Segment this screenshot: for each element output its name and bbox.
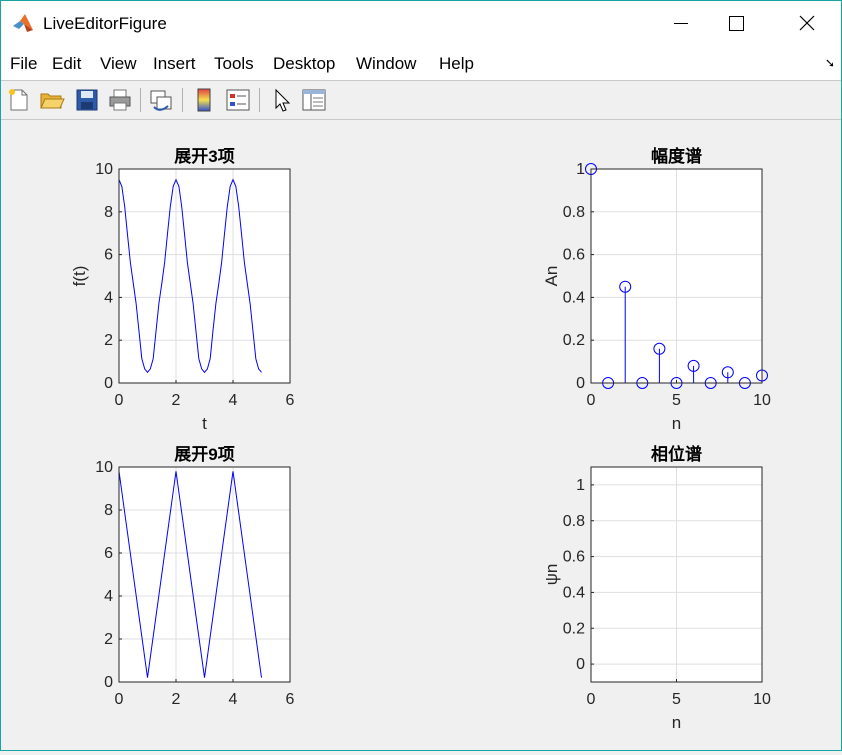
close-button[interactable]	[785, 1, 831, 46]
axes-background	[119, 467, 290, 682]
x-tick-label: 4	[229, 691, 238, 708]
y-tick-label: 0	[576, 375, 585, 392]
y-tick-label: 1	[576, 161, 585, 178]
y-tick-label: 0.2	[563, 620, 585, 637]
axes-title: 相位谱	[651, 444, 702, 464]
axes-1: 0 2 4 6 0 2 4 6 8 10 展开3项 t f(t)	[70, 147, 295, 433]
dock-arrow-icon[interactable]: ➘	[825, 56, 835, 70]
save-icon[interactable]	[74, 87, 100, 113]
toolbar-separator	[259, 88, 260, 112]
axes-4: 0 5 10 0 0.2 0.4 0.6 0.8 1 相位谱 n ψn	[542, 444, 771, 732]
x-tick-label: 0	[115, 691, 124, 708]
y-tick-label: 0.8	[563, 204, 585, 221]
maximize-icon	[729, 16, 744, 31]
toolbar	[1, 80, 841, 120]
y-tick-label: 2	[104, 631, 113, 648]
toolbar-separator	[182, 88, 183, 112]
axes-title: 展开3项	[174, 147, 234, 166]
x-tick-label: 6	[286, 691, 295, 708]
y-tick-label: 0.2	[563, 332, 585, 349]
figure-canvas: 0 2 4 6 0 2 4 6 8 10 展开3项 t f(t) 0 5 10 0 0.2 0.4 0.6 0.8 1 幅度…	[1, 120, 841, 750]
property-inspector-icon[interactable]	[301, 87, 327, 113]
matlab-logo-icon	[13, 14, 33, 32]
y-tick-label: 2	[104, 332, 113, 349]
x-tick-label: 0	[587, 392, 596, 409]
x-tick-label: 2	[172, 691, 181, 708]
x-axis-label: n	[672, 713, 681, 732]
menu-file[interactable]: File	[10, 54, 37, 74]
y-tick-label: 0.6	[563, 549, 585, 566]
y-axis-label: ψn	[542, 564, 561, 586]
y-tick-label: 0	[104, 674, 113, 691]
y-tick-label: 0.4	[563, 584, 585, 601]
print-icon[interactable]	[107, 87, 133, 113]
axes-title: 展开9项	[174, 445, 234, 464]
x-tick-label: 0	[115, 392, 124, 409]
y-tick-label: 10	[95, 161, 113, 178]
insert-colorbar-icon[interactable]	[191, 87, 217, 113]
link-plot-icon[interactable]	[148, 87, 174, 113]
axes-title: 幅度谱	[651, 146, 702, 166]
minimize-button[interactable]	[658, 1, 704, 46]
new-figure-icon[interactable]	[6, 87, 32, 113]
menu-bar: File Edit View Insert Tools Desktop Wind…	[1, 46, 841, 80]
axes-2: 0 5 10 0 0.2 0.4 0.6 0.8 1 幅度谱 n An	[542, 146, 771, 433]
y-tick-label: 6	[104, 545, 113, 562]
menu-edit[interactable]: Edit	[52, 54, 81, 74]
x-axis-label: n	[672, 414, 681, 433]
toolbar-separator	[140, 88, 141, 112]
y-tick-label: 0	[576, 656, 585, 673]
figure-window: LiveEditorFigure File Edit View Insert T…	[0, 0, 842, 751]
close-icon	[799, 15, 815, 31]
open-file-icon[interactable]	[39, 87, 65, 113]
y-tick-label: 0.4	[563, 289, 585, 306]
y-axis-label: An	[542, 266, 561, 287]
y-tick-label: 1	[576, 477, 585, 494]
plots-svg: 0 2 4 60246810展开3项tf(t)0 5 1000.20.40.60.81幅度…	[70, 146, 771, 732]
y-tick-label: 0	[104, 375, 113, 392]
menu-view[interactable]: View	[100, 54, 137, 74]
x-tick-label: 5	[672, 392, 681, 409]
menu-desktop[interactable]: Desktop	[273, 54, 335, 74]
minimize-icon	[674, 23, 688, 24]
menu-window[interactable]: Window	[356, 54, 416, 74]
y-tick-label: 8	[104, 204, 113, 221]
y-tick-label: 4	[104, 588, 113, 605]
edit-plot-icon[interactable]	[268, 87, 294, 113]
x-tick-label: 0	[587, 691, 596, 708]
x-tick-label: 5	[672, 691, 681, 708]
menu-insert[interactable]: Insert	[153, 54, 196, 74]
y-tick-label: 10	[95, 459, 113, 476]
maximize-button[interactable]	[713, 1, 759, 46]
x-tick-label: 4	[229, 392, 238, 409]
axes-3: 0 2 4 6 0 2 4 6 8 10 展开9项	[95, 445, 294, 708]
y-tick-label: 6	[104, 247, 113, 264]
x-tick-label: 10	[753, 392, 771, 409]
insert-legend-icon[interactable]	[225, 87, 251, 113]
y-tick-label: 0.6	[563, 247, 585, 264]
y-tick-label: 0.8	[563, 513, 585, 530]
menu-tools[interactable]: Tools	[214, 54, 254, 74]
axes-background	[119, 169, 290, 383]
x-tick-label: 2	[172, 392, 181, 409]
title-bar[interactable]: LiveEditorFigure	[1, 1, 841, 46]
y-axis-label: f(t)	[70, 266, 89, 287]
y-tick-label: 8	[104, 502, 113, 519]
menu-help[interactable]: Help	[439, 54, 474, 74]
window-title: LiveEditorFigure	[43, 14, 167, 33]
x-tick-label: 6	[286, 392, 295, 409]
x-axis-label: t	[202, 414, 207, 433]
y-tick-label: 4	[104, 289, 113, 306]
x-tick-label: 10	[753, 691, 771, 708]
